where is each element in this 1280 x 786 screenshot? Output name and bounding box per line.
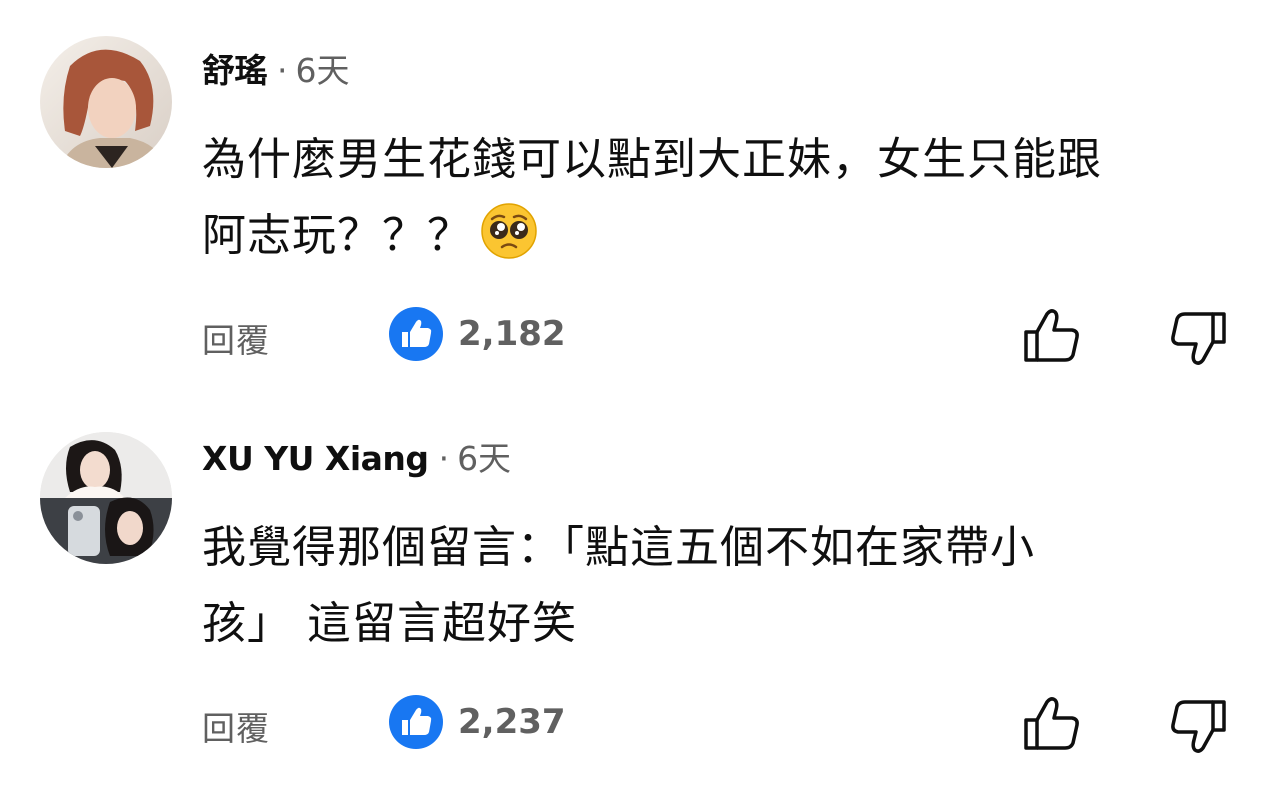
avatar-photo-icon <box>40 36 172 168</box>
like-badge-icon <box>389 695 443 749</box>
thumbs-down-icon[interactable] <box>1168 696 1230 756</box>
like-count: 2,237 <box>458 702 566 742</box>
thumbs-up-icon[interactable] <box>1020 694 1082 754</box>
comment-text-line: 阿志玩？？？ <box>202 198 1242 274</box>
avatar[interactable] <box>40 36 172 168</box>
timestamp: 6天 <box>457 439 512 478</box>
timestamp: 6天 <box>295 51 350 90</box>
comment-header: XU YU Xiang · 6天 <box>202 432 511 482</box>
avatar[interactable] <box>40 432 172 564</box>
reply-button[interactable]: 回覆 <box>202 702 270 750</box>
separator: · <box>277 51 288 90</box>
comment-text: 我覺得那個留言：「點這五個不如在家帶小 孩」 這留言超好笑 <box>202 510 1242 662</box>
pleading-face-emoji-icon <box>481 203 537 259</box>
comment-actions: 回覆 2,182 <box>0 306 1280 366</box>
author-name[interactable]: 舒瑤 <box>202 44 268 92</box>
comment-text-line: 我覺得那個留言：「點這五個不如在家帶小 <box>202 522 1035 573</box>
comment-item: 舒瑤 · 6天 為什麼男生花錢可以點到大正妹，女生只能跟 阿志玩？？？ 回覆 2… <box>0 0 1280 392</box>
comment-text-line: 為什麼男生花錢可以點到大正妹，女生只能跟 <box>202 134 1102 185</box>
like-count: 2,182 <box>458 314 566 354</box>
comment-text-line: 孩」 這留言超好笑 <box>202 598 577 649</box>
comment-actions: 回覆 2,237 <box>0 694 1280 754</box>
like-badge-icon <box>389 307 443 361</box>
comment-text-line-content: 阿志玩？？？ <box>202 210 472 261</box>
comment-item: XU YU Xiang · 6天 我覺得那個留言：「點這五個不如在家帶小 孩」 … <box>0 392 1280 786</box>
author-name[interactable]: XU YU Xiang <box>202 439 429 478</box>
thumbs-down-icon[interactable] <box>1168 308 1230 368</box>
separator: · <box>438 439 450 478</box>
comment-header: 舒瑤 · 6天 <box>202 44 350 94</box>
avatar-photo-icon <box>40 432 172 564</box>
thumbs-up-icon[interactable] <box>1020 306 1082 366</box>
comment-text: 為什麼男生花錢可以點到大正妹，女生只能跟 阿志玩？？？ <box>202 122 1242 274</box>
reply-button[interactable]: 回覆 <box>202 314 270 362</box>
